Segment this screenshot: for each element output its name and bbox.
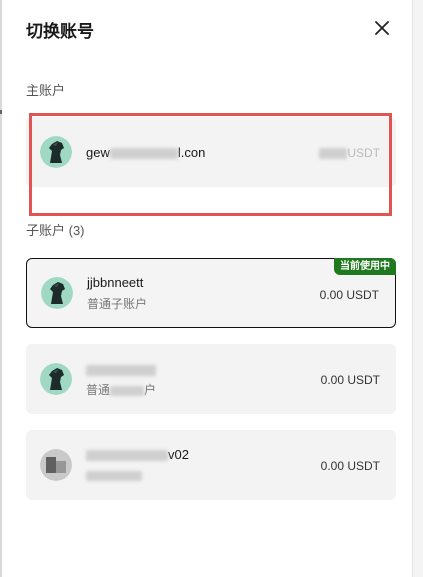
sub-account-name: jjbbnneett <box>87 275 144 290</box>
sub-account-balance: 0.00 USDT <box>320 373 380 387</box>
redacted-segment <box>86 450 168 462</box>
sub-account-label: 子账户 (3) <box>26 223 85 238</box>
main-account-balance-tail: USDT <box>347 146 380 160</box>
redacted-segment <box>110 385 145 396</box>
main-account-name-tail: l.con <box>177 145 206 160</box>
window-right-edge <box>412 0 423 577</box>
redacted-segment <box>86 365 156 377</box>
main-account-label: 主账户 <box>26 83 66 98</box>
redacted-segment <box>86 470 142 481</box>
sub-account-name <box>86 362 156 377</box>
edge-mark <box>0 110 2 114</box>
close-icon <box>375 21 389 35</box>
sub-account-card-3[interactable]: v02 0.00 USDT <box>26 430 396 500</box>
horse-avatar-icon <box>40 363 72 395</box>
sub-account-type-tail: 户 <box>144 383 157 397</box>
close-button[interactable] <box>372 18 392 38</box>
sub-account-card-2[interactable]: 普通 户 0.00 USDT <box>26 344 396 414</box>
main-account-balance: USDT <box>319 146 380 160</box>
blurred-avatar-icon <box>40 449 72 481</box>
sub-account-type: 普通子账户 <box>87 297 148 311</box>
main-account-name: gew l.con <box>86 145 205 160</box>
horse-avatar-icon <box>41 277 73 309</box>
sub-account-name-tail: v02 <box>168 447 189 462</box>
horse-avatar-icon <box>40 136 72 168</box>
current-in-use-badge: 当前使用中 <box>334 258 396 275</box>
dialog-title: 切换账号 <box>26 22 94 41</box>
sub-account-card-1[interactable]: 当前使用中 jjbbnneett 普通子账户 0.00 USDT <box>26 258 396 328</box>
main-account-card[interactable]: gew l.con USDT <box>26 117 396 187</box>
redacted-segment <box>319 148 348 160</box>
sub-account-name: v02 <box>86 447 189 462</box>
redacted-segment <box>109 148 178 160</box>
window-left-edge <box>0 0 2 577</box>
sub-account-type: 普通 户 <box>86 381 156 398</box>
sub-account-type <box>86 468 142 482</box>
sub-account-balance: 0.00 USDT <box>320 459 380 473</box>
sub-account-balance: 0.00 USDT <box>319 288 379 302</box>
main-account-name-visible: gew <box>86 145 110 160</box>
sub-account-type-visible: 普通 <box>86 383 111 397</box>
